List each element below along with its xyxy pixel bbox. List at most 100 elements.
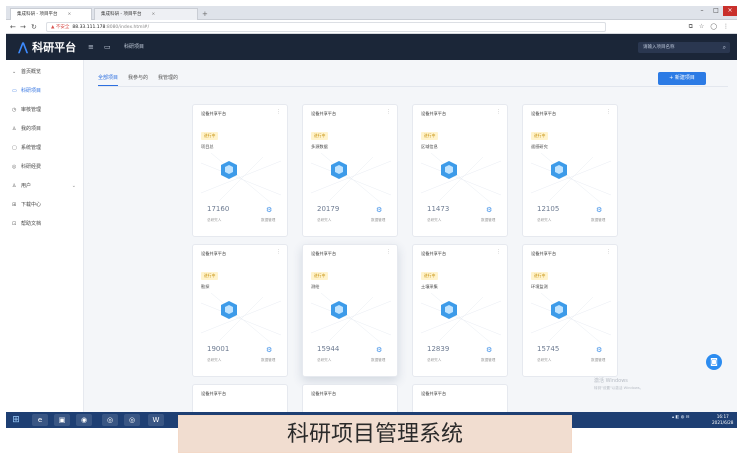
folder-icon: ▭ <box>12 88 17 94</box>
more-options-icon[interactable]: ⋮ <box>276 109 281 115</box>
sidebar-item-my-projects[interactable]: ♙ 我的项目 <box>12 123 82 135</box>
audit-icon: ◷ <box>12 107 17 113</box>
more-options-icon[interactable]: ⋮ <box>496 249 501 255</box>
gear-icon[interactable]: ⚙ <box>376 206 382 214</box>
gear-icon[interactable]: ⚙ <box>266 206 272 214</box>
gear-icon[interactable]: ⚙ <box>486 206 492 214</box>
gear-icon[interactable]: ⚙ <box>376 346 382 354</box>
new-project-button[interactable]: + 新建项目 <box>658 72 706 85</box>
hexagon-cube-icon <box>531 153 611 203</box>
system-tray[interactable]: ▴ ◧ ◍ ⊟ <box>672 414 689 420</box>
more-options-icon[interactable]: ⋮ <box>386 109 391 115</box>
sidebar-item-label: 系统管理 <box>21 145 42 151</box>
card-label-data[interactable]: 数据管理 <box>261 218 275 223</box>
project-card[interactable]: 设备共享平台 ⋮ 进行中 多源数据 20179 ⚙ 总研究人 数据管理 <box>302 104 398 237</box>
more-options-icon[interactable]: ⋮ <box>276 249 281 255</box>
close-icon[interactable]: × <box>67 12 71 17</box>
card-label-data[interactable]: 数据管理 <box>261 358 275 363</box>
windows-start-icon[interactable]: ⊞ <box>10 414 22 426</box>
card-header: 设备共享平台 <box>201 111 227 116</box>
taskbar-clock[interactable]: 16:17 2021/6/28 <box>712 414 733 426</box>
card-label-members: 总研究人 <box>207 358 222 362</box>
tab-all-projects[interactable]: 全部项目 <box>98 72 119 86</box>
browser-tab-2-label: 集成科研 - 项目平台 <box>101 12 142 17</box>
file-explorer-icon[interactable]: ▣ <box>54 414 70 426</box>
project-card[interactable]: 设备共享平台 ⋮ 进行中 土壤采集 12839 ⚙ 总研究人 数据管理 <box>412 244 508 377</box>
project-card[interactable]: 设备共享平台 ⋮ 进行中 勘探 19001 ⚙ 总研究人 数据管理 <box>192 244 288 377</box>
sidebar-item-label: 科研项目 <box>21 88 42 94</box>
card-count: 11473 <box>427 205 450 213</box>
search-icon[interactable]: ⌕ <box>723 42 726 53</box>
browser-tab-2[interactable]: 集成科研 - 项目平台 × <box>94 8 198 20</box>
tab-managing[interactable]: 我管理的 <box>158 72 178 86</box>
chrome-icon[interactable]: ◎ <box>102 414 118 426</box>
star-icon[interactable]: ☆ <box>699 22 704 32</box>
word-icon[interactable]: W <box>148 414 164 426</box>
card-label-data[interactable]: 数据管理 <box>591 358 605 363</box>
browser-tab-1[interactable]: 集成科研 - 项目平台 × <box>10 8 92 20</box>
project-card[interactable]: 设备共享平台 ⋮ 进行中 遥感研究 12105 ⚙ 总研究人 数据管理 <box>522 104 618 237</box>
ie-browser-icon[interactable]: e <box>32 414 48 426</box>
card-project-name: 勘探 <box>201 284 210 289</box>
project-card[interactable]: 设备共享平台 ⋮ 进行中 项目总 17160 ⚙ 总研究人 数据管理 <box>192 104 288 237</box>
translate-icon[interactable]: ⧉ <box>689 22 693 32</box>
card-label-data[interactable]: 数据管理 <box>481 218 495 223</box>
reload-icon[interactable]: ↻ <box>31 21 37 33</box>
sidebar-item-audit[interactable]: ◷ 审核管理 <box>12 104 82 116</box>
browser-toolbar: ⧉ ☆ ◯ ⋮ <box>689 22 729 32</box>
card-label-members: 总研究人 <box>317 218 332 222</box>
forward-arrow-icon[interactable]: → <box>20 21 26 33</box>
sidebar-item-label: 我的项目 <box>21 126 42 132</box>
card-label-data[interactable]: 数据管理 <box>371 358 385 363</box>
browser-tab-1-label: 集成科研 - 项目平台 <box>17 12 58 17</box>
project-card[interactable]: 设备共享平台 ⋮ 进行中 测绘 15944 ⚙ 总研究人 数据管理 <box>302 244 398 377</box>
more-options-icon[interactable]: ⋮ <box>606 249 611 255</box>
address-bar: ← → ↻ ▲ 不安全 88.33.111.178:8080/index.html… <box>6 20 737 34</box>
sidebar-item-home[interactable]: ⌄ 首页概览 <box>12 66 82 78</box>
gear-icon[interactable]: ⚙ <box>266 346 272 354</box>
back-arrow-icon[interactable]: ← <box>10 21 16 33</box>
menu-icon[interactable]: ⋮ <box>723 22 729 32</box>
card-header: 设备共享平台 <box>531 111 557 116</box>
new-tab-button[interactable]: + <box>202 9 208 19</box>
menu-toggle-icon[interactable]: ≡ <box>88 42 94 52</box>
sidebar-item-funding[interactable]: ◎ 科研经费 <box>12 161 82 173</box>
card-label-data[interactable]: 数据管理 <box>481 358 495 363</box>
home-icon: ⌄ <box>12 69 17 75</box>
folder-icon[interactable]: ◉ <box>76 414 92 426</box>
security-warning[interactable]: ▲ 不安全 <box>51 25 69 30</box>
breadcrumb[interactable]: 科研项目 <box>124 43 144 51</box>
card-label-data[interactable]: 数据管理 <box>371 218 385 223</box>
project-card[interactable]: 设备共享平台 ⋮ 进行中 环境监测 15745 ⚙ 总研究人 数据管理 <box>522 244 618 377</box>
360-browser-icon[interactable]: ◎ <box>124 414 140 426</box>
card-label-members: 总研究人 <box>537 358 552 362</box>
sidebar-item-users[interactable]: ♙ 用户 ⌄ <box>12 180 82 192</box>
app-logo[interactable]: ⋀ 科研平台 <box>18 39 76 56</box>
account-icon[interactable]: ◯ <box>710 22 717 32</box>
sidebar-item-help[interactable]: ⊡ 帮助文档 <box>12 218 82 230</box>
more-options-icon[interactable]: ⋮ <box>496 109 501 115</box>
card-project-name: 测绘 <box>311 284 320 289</box>
minimize-button[interactable]: – <box>695 6 709 16</box>
more-options-icon[interactable]: ⋮ <box>386 249 391 255</box>
window-close-button[interactable]: × <box>723 6 737 16</box>
maximize-button[interactable]: □ <box>709 6 723 16</box>
chat-support-button[interactable]: ◙ <box>706 354 722 370</box>
close-icon[interactable]: × <box>151 12 155 17</box>
card-header: 设备共享平台 <box>311 251 337 256</box>
status-badge: 进行中 <box>531 272 549 280</box>
gear-icon[interactable]: ⚙ <box>596 206 602 214</box>
gear-icon[interactable]: ⚙ <box>486 346 492 354</box>
card-count: 12839 <box>427 345 450 353</box>
gear-icon[interactable]: ⚙ <box>596 346 602 354</box>
header-search-input[interactable]: 请输入项目名称 ⌕ <box>638 42 730 53</box>
tab-participating[interactable]: 我参与的 <box>128 72 148 86</box>
sidebar-item-download[interactable]: ⊞ 下载中心 <box>12 199 82 211</box>
more-options-icon[interactable]: ⋮ <box>606 109 611 115</box>
sidebar-item-system[interactable]: ▢ 系统管理 <box>12 142 82 154</box>
card-count: 15944 <box>317 345 340 353</box>
card-label-data[interactable]: 数据管理 <box>591 218 605 223</box>
sidebar-item-projects[interactable]: ▭ 科研项目 <box>12 85 82 97</box>
url-field[interactable]: ▲ 不安全 88.33.111.178:8080/index.html#/ <box>46 22 606 32</box>
project-card[interactable]: 设备共享平台 ⋮ 进行中 区域信息 11473 ⚙ 总研究人 数据管理 <box>412 104 508 237</box>
